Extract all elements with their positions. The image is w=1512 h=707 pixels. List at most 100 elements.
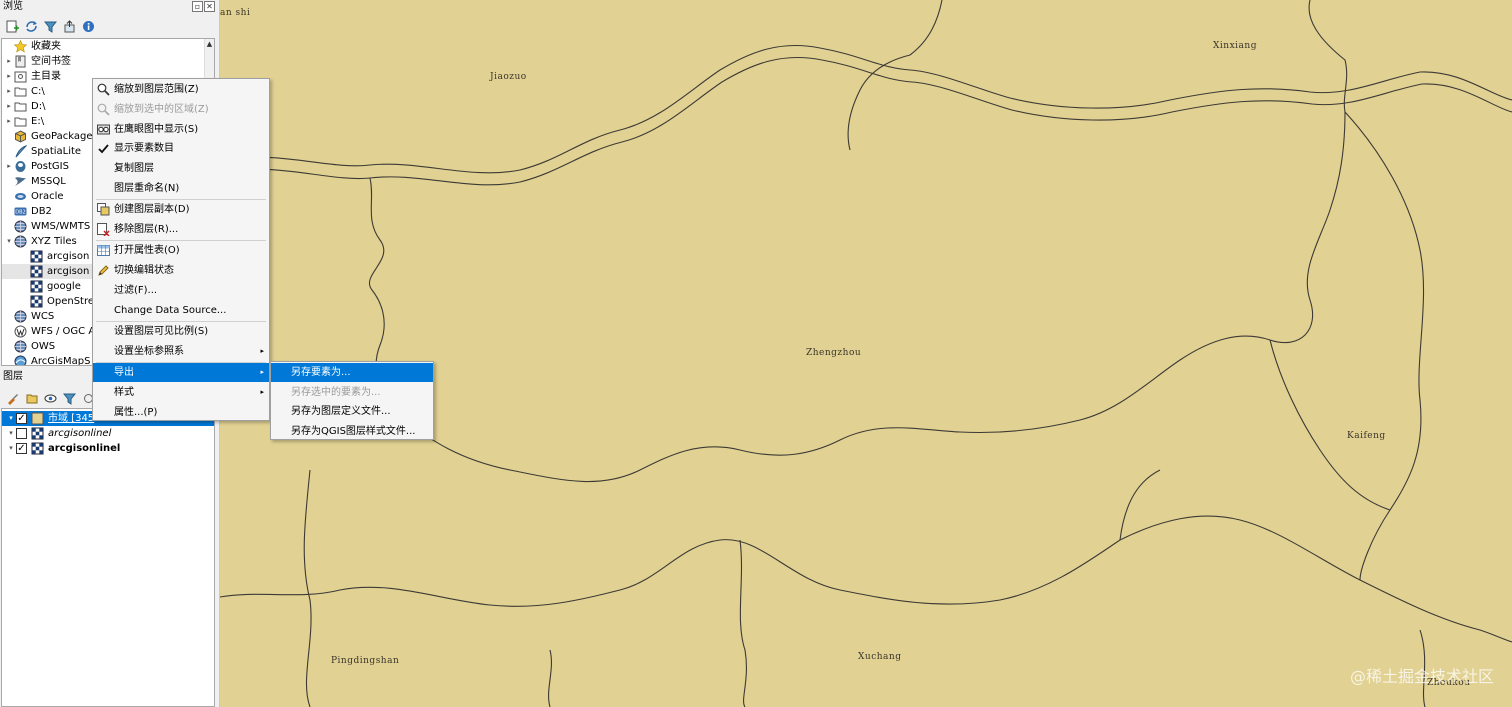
menu-item-label: 显示要素数目: [114, 143, 174, 155]
menu-item-label: 复制图层: [114, 163, 154, 175]
browser-item-label: XYZ Tiles: [31, 236, 77, 247]
tiles-icon: [30, 250, 43, 263]
bookmark-icon: [14, 55, 27, 68]
menu-item-label: Change Data Source...: [114, 304, 227, 316]
browser-item-label: Oracle: [31, 191, 64, 202]
menu-item-label: 图层重命名(N): [114, 183, 180, 194]
layer-visibility-checkbox[interactable]: ✓: [16, 443, 27, 454]
submenu-arrow-icon: ▸: [260, 388, 264, 396]
menu-item-4[interactable]: 复制图层: [93, 159, 269, 178]
globe-icon: [14, 340, 27, 353]
browser-item-label: DB2: [31, 206, 52, 217]
globe-icon: [14, 220, 27, 233]
svg-text:DB2: DB2: [15, 210, 25, 216]
browser-item-label: 收藏夹: [31, 41, 61, 52]
menu-item-5[interactable]: 图层重命名(N): [93, 179, 269, 198]
menu-item-9[interactable]: 切换编辑状态: [93, 261, 269, 280]
float-panel-icon[interactable]: ▫: [192, 1, 203, 12]
browser-item-label: WFS / OGC A: [31, 326, 96, 337]
menu-item-7[interactable]: 移除图层(R)...: [93, 220, 269, 239]
layer-visibility-checkbox[interactable]: [16, 428, 27, 439]
layers-tree[interactable]: ▾ ✓ 市域 [345 ▾ arcgisonlinel ▾ ✓ arcgisonlinel: [1, 408, 215, 707]
browser-item-label: WCS: [31, 311, 55, 322]
menu-item-14[interactable]: 导出 ▸: [93, 363, 269, 383]
expand-arrow-icon[interactable]: ▸: [4, 69, 14, 84]
add-layer-icon[interactable]: [5, 20, 19, 34]
menu-item-label: 属性...(P): [114, 406, 158, 418]
menu-item-label: 过滤(F)...: [114, 285, 158, 296]
map-canvas[interactable]: an shi Jiaozuo Xinxiang Zhengzhou Kaifen…: [220, 0, 1512, 707]
layer-row[interactable]: ▾ ✓ arcgisonlinel: [2, 441, 214, 456]
oracle-icon: [14, 190, 27, 203]
expand-arrow-icon[interactable]: ▾: [6, 411, 16, 426]
zoom-layer-icon: [97, 83, 110, 96]
expand-arrow-icon[interactable]: ▾: [4, 234, 14, 249]
layer-label: arcgisonlinel: [48, 428, 112, 439]
menu-item-10[interactable]: 过滤(F)...: [93, 281, 269, 300]
menu-item-label: 切换编辑状态: [114, 265, 174, 277]
remove-layer-icon: [97, 223, 110, 237]
layer-row[interactable]: ▾ arcgisonlinel: [2, 426, 214, 441]
expand-arrow-icon[interactable]: ▸: [4, 114, 14, 129]
mssql-icon: [14, 175, 27, 188]
overview-icon: [97, 123, 110, 136]
menu-item-label: 设置坐标参照系: [114, 345, 184, 357]
collapse-all-icon[interactable]: [62, 20, 76, 34]
export-menu-item-0[interactable]: 另存要素为...: [271, 363, 433, 382]
close-panel-icon[interactable]: ✕: [204, 1, 215, 12]
menu-item-11[interactable]: Change Data Source...: [93, 301, 269, 320]
globe-icon: [14, 310, 27, 323]
menu-item-2[interactable]: 在鹰眼图中显示(S): [93, 120, 269, 139]
menu-item-6[interactable]: 创建图层副本(D): [93, 200, 269, 219]
tiles-icon: [30, 295, 43, 308]
expand-arrow-icon[interactable]: ▸: [4, 84, 14, 99]
add-group-icon[interactable]: [24, 392, 38, 406]
style-brush-icon[interactable]: [5, 392, 19, 406]
expand-arrow-icon[interactable]: ▸: [4, 54, 14, 69]
folder-icon: [14, 115, 27, 128]
map-label-xinxiang: Xinxiang: [1213, 41, 1257, 51]
map-label-xuchang: Xuchang: [858, 652, 902, 662]
submenu-arrow-icon: ▸: [260, 368, 264, 377]
browser-item-label: SpatiaLite: [31, 146, 82, 157]
star-icon: [14, 40, 27, 53]
layer-visibility-checkbox[interactable]: ✓: [16, 413, 27, 424]
browser-item-item[interactable]: 收藏夹: [2, 39, 214, 54]
expand-arrow-icon[interactable]: ▸: [4, 99, 14, 114]
visibility-eye-icon[interactable]: [43, 392, 57, 406]
menu-item-label: 移除图层(R)...: [114, 224, 179, 236]
export-menu-item-3[interactable]: 另存为QGIS图层样式文件...: [271, 422, 433, 441]
tiles-icon: [31, 442, 44, 455]
pencil-icon: [97, 264, 110, 277]
geopackage-icon: [14, 130, 27, 143]
browser-item-label: E:\: [31, 116, 45, 127]
tiles-icon: [30, 265, 43, 278]
expand-arrow-icon[interactable]: ▸: [4, 159, 14, 174]
menu-item-0[interactable]: 缩放到图层范围(Z): [93, 80, 269, 99]
map-label-anshi: an shi: [220, 8, 251, 18]
refresh-icon[interactable]: [24, 20, 38, 34]
export-menu-item-1[interactable]: 另存选中的要素为...: [271, 383, 433, 402]
menu-item-3[interactable]: 显示要素数目: [93, 139, 269, 158]
export-menu-item-2[interactable]: 另存为图层定义文件...: [271, 402, 433, 421]
db2-icon: DB2: [14, 205, 27, 218]
filter-icon[interactable]: [43, 20, 57, 34]
menu-item-15[interactable]: 样式 ▸: [93, 383, 269, 402]
menu-item-13[interactable]: 设置坐标参照系 ▸: [93, 342, 269, 361]
info-icon[interactable]: [81, 20, 95, 34]
menu-item-label: 另存为图层定义文件...: [291, 406, 391, 417]
menu-item-12[interactable]: 设置图层可见比例(S): [93, 322, 269, 341]
menu-item-label: 打开属性表(O): [114, 245, 180, 257]
expand-arrow-icon[interactable]: ▾: [6, 441, 16, 456]
expand-arrow-icon[interactable]: ▾: [6, 426, 16, 441]
menu-item-8[interactable]: 打开属性表(O): [93, 241, 269, 260]
browser-item-item[interactable]: ▸ 空间书签: [2, 54, 214, 69]
menu-item-16[interactable]: 属性...(P): [93, 403, 269, 422]
browser-item-label: ArcGisMapS: [31, 356, 91, 366]
home-folder-icon: [14, 70, 27, 83]
browser-toolbar: [0, 16, 219, 37]
browser-item-label: OWS: [31, 341, 56, 352]
menu-item-1[interactable]: 缩放到选中的区域(Z): [93, 100, 269, 119]
layer-filter-icon[interactable]: [62, 392, 76, 406]
menu-item-label: 在鹰眼图中显示(S): [114, 123, 199, 135]
